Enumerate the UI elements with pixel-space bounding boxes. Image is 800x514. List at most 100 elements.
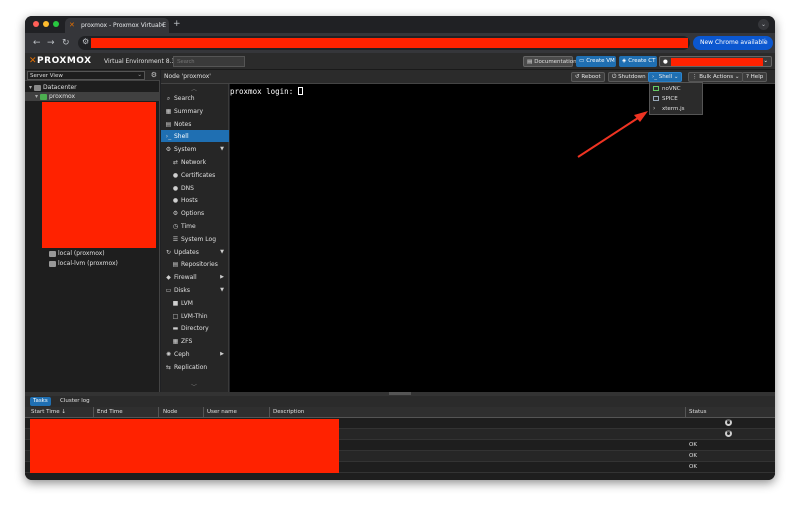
reboot-button[interactable]: ↺ Reboot [571, 72, 605, 82]
view-selector[interactable]: Server View ⌄ [27, 71, 145, 80]
nav-item-updates[interactable]: ↻ Updates ▼ [161, 246, 229, 258]
column-separator[interactable] [158, 407, 159, 418]
column-separator[interactable] [203, 407, 204, 418]
nav-item-disks[interactable]: ▭ Disks ▼ [161, 284, 229, 296]
forward-icon[interactable]: → [47, 37, 55, 49]
storage-icon [49, 250, 56, 257]
nav-item-lvm[interactable]: ■ LVM [161, 297, 229, 309]
splitter-grip[interactable] [389, 392, 411, 395]
nav-item-options[interactable]: ⚙ Options [161, 207, 229, 219]
nav-item-network[interactable]: ⇄ Network [161, 156, 229, 168]
tree-label-storage: local (proxmox) [58, 250, 105, 257]
create-ct-button[interactable]: ◈ Create CT [619, 56, 657, 67]
collapse-icon[interactable]: ▼ [220, 249, 224, 255]
browser-toolbar: ← → ↻ ⚙ New Chrome available ⋮ [25, 33, 775, 53]
redacted-guests [42, 102, 156, 248]
column-node[interactable]: Node [163, 409, 177, 418]
ellipsis-icon: ⋮ [692, 74, 698, 80]
bulk-actions-button[interactable]: ⋮ Bulk Actions ⌄ [688, 72, 744, 82]
column-start-time[interactable]: Start Time ↓ [31, 409, 66, 418]
chevron-down-icon[interactable]: ⌄ [674, 74, 679, 80]
maximize-window-icon[interactable] [53, 21, 59, 27]
create-vm-label: Create VM [586, 58, 615, 64]
close-tab-icon[interactable]: × [159, 21, 165, 29]
nav-item-system[interactable]: ⚙ System ▼ [161, 143, 229, 155]
task-table-header: Start Time ↓ End Time Node User name Des… [25, 407, 775, 418]
nav-item-dns[interactable]: ● DNS [161, 182, 229, 194]
documentation-button[interactable]: ▤ Documentation [523, 56, 577, 67]
collapse-icon[interactable]: ▼ [220, 146, 224, 152]
nav-item-hosts[interactable]: ● Hosts [161, 194, 229, 206]
column-description[interactable]: Description [273, 409, 304, 418]
nav-item-label: System [174, 146, 197, 154]
tab-tasks[interactable]: Tasks [30, 397, 51, 406]
tree-item-node[interactable]: ▾ proxmox [25, 92, 160, 101]
nav-item-summary[interactable]: ▦ Summary [161, 105, 229, 117]
nav-item-certificates[interactable]: ● Certificates [161, 169, 229, 181]
terminal-line: proxmox login: [230, 87, 303, 96]
expand-icon[interactable]: ▶ [220, 351, 224, 357]
close-window-icon[interactable] [33, 21, 39, 27]
redacted-url [91, 38, 688, 48]
collapse-icon[interactable]: ▼ [220, 287, 224, 293]
reload-icon[interactable]: ↻ [62, 37, 70, 49]
new-chrome-available-button[interactable]: New Chrome available ⋮ [693, 36, 773, 50]
nav-item-label: Ceph [174, 351, 190, 358]
new-tab-button[interactable]: + [173, 19, 181, 29]
gear-icon[interactable]: ⚙ [151, 71, 157, 79]
nav-item-time[interactable]: ◷ Time [161, 220, 229, 232]
scroll-down-icon[interactable]: ﹀ [191, 382, 197, 391]
column-separator[interactable] [685, 407, 686, 418]
shell-button[interactable]: ›_ Shell ⌄ [648, 72, 683, 82]
tab-cluster-log[interactable]: Cluster log [57, 397, 93, 406]
retweet-icon: ⇆ [165, 363, 172, 371]
tree-item-storage-local[interactable]: local (proxmox) [49, 249, 105, 258]
column-user-name[interactable]: User name [207, 409, 237, 418]
tree-item-datacenter[interactable]: ▾ Datacenter [29, 83, 77, 92]
browser-tab-proxmox[interactable]: ✕ proxmox - Proxmox Virtual E × [65, 18, 169, 33]
expand-icon[interactable]: ▶ [220, 274, 224, 280]
nav-item-ceph[interactable]: ✺ Ceph ▶ [161, 348, 229, 360]
storage-icon [49, 260, 56, 267]
site-settings-icon[interactable]: ⚙ [82, 37, 89, 46]
nav-item-firewall[interactable]: ◆ Firewall ▶ [161, 271, 229, 283]
nav-item-label: Certificates [181, 171, 216, 179]
tab-search-icon[interactable]: ⌄ [758, 19, 769, 30]
nav-item-shell[interactable]: ›_ Shell [161, 130, 229, 143]
nav-item-lvm-thin[interactable]: □ LVM-Thin [161, 310, 229, 322]
user-menu-button[interactable]: ● ⌄ [659, 56, 772, 67]
tab-strip: ✕ proxmox - Proxmox Virtual E × + ⌄ [25, 16, 775, 33]
minimize-window-icon[interactable] [43, 21, 49, 27]
menu-item-xtermjs[interactable]: › xterm.js [650, 104, 702, 114]
nav-item-search[interactable]: ⌕ Search [161, 92, 229, 104]
menu-item-spice[interactable]: SPICE [650, 94, 702, 104]
globe-icon: ● [172, 197, 179, 205]
address-bar[interactable]: ⚙ [78, 36, 690, 50]
header-search-input[interactable] [173, 56, 245, 67]
menu-item-novnc[interactable]: noVNC [650, 84, 702, 94]
column-separator[interactable] [93, 407, 94, 418]
login-prompt: proxmox login: [230, 87, 298, 96]
network-icon: ⇄ [172, 159, 179, 166]
proxmox-header: ✕PROXMOX Virtual Environment 8.3.0 ▤Docu… [25, 53, 775, 70]
column-separator[interactable] [269, 407, 270, 418]
create-ct-label: Create CT [628, 58, 656, 64]
nav-item-repositories[interactable]: ▤ Repositories [161, 258, 229, 270]
help-button[interactable]: ? Help [742, 72, 768, 82]
nav-item-directory[interactable]: ▬ Directory [161, 322, 229, 334]
nav-item-label: ZFS [181, 338, 193, 346]
back-icon[interactable]: ← [33, 37, 41, 49]
node-nav-menu: ︿ ﹀ ⌕ Search ▦ Summary ▤ Notes ›_ Shell ⚙ System ▼… [161, 84, 229, 392]
nav-item-replication[interactable]: ⇆ Replication [161, 361, 229, 373]
nav-item-notes[interactable]: ▤ Notes [161, 118, 229, 130]
nav-item-zfs[interactable]: ▦ ZFS [161, 335, 229, 347]
user-icon: ● [663, 59, 668, 65]
tree-item-storage-local-lvm[interactable]: local-lvm (proxmox) [49, 259, 118, 268]
column-end-time[interactable]: End Time [97, 409, 123, 418]
shutdown-button[interactable]: ⏻ Shutdown [608, 72, 650, 82]
proxmox-logo: ✕PROXMOX [29, 56, 92, 66]
nav-item-system-log[interactable]: ☰ System Log [161, 233, 229, 245]
create-vm-button[interactable]: ▭ Create VM [576, 56, 616, 67]
terminal-console[interactable]: proxmox login: [230, 84, 775, 392]
column-status[interactable]: Status [689, 409, 707, 418]
